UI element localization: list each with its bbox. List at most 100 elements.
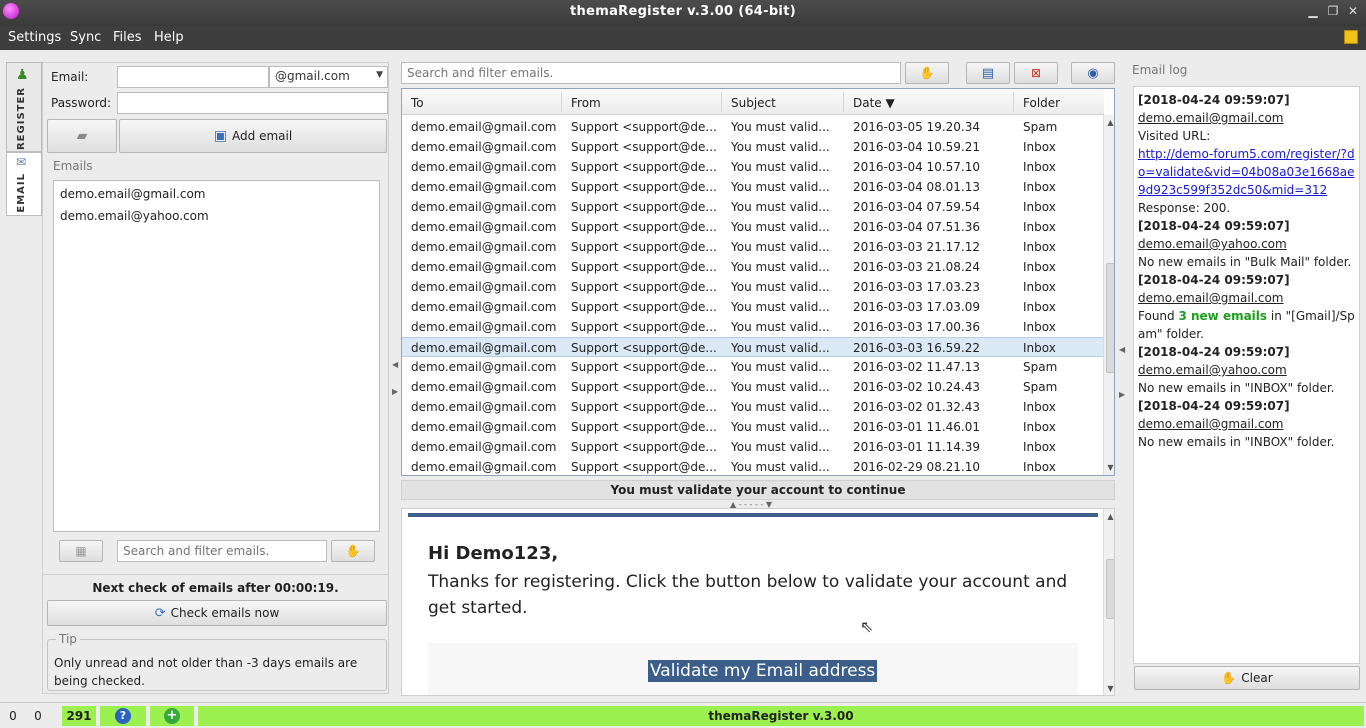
tab-email-label: EMAIL <box>16 173 27 213</box>
import-button[interactable]: ▰ <box>47 119 117 153</box>
scroll-thumb[interactable] <box>1106 263 1114 373</box>
scroll-thumb[interactable] <box>1106 559 1114 619</box>
maximize-icon[interactable]: ❐ <box>1326 4 1340 18</box>
clear-filter-button[interactable]: ✋ <box>331 540 375 562</box>
log-text: No new emails in "INBOX" folder. <box>1138 381 1335 395</box>
table-scrollbar[interactable]: ▲ ▼ <box>1103 115 1114 475</box>
add-email-button[interactable]: ▣ Add email <box>119 119 387 153</box>
email-input[interactable] <box>117 66 269 88</box>
log-url-link[interactable]: http://demo-forum5.com/register/?do=vali… <box>1138 145 1355 199</box>
clear-log-button[interactable]: ✋ Clear <box>1134 666 1360 690</box>
splitter-right-handle[interactable]: ◀ ▶ <box>1119 345 1125 399</box>
table-row[interactable]: demo.email@gmail.com Support <support@de.… <box>402 397 1104 417</box>
menu-files[interactable]: Files <box>113 30 142 45</box>
table-row[interactable]: demo.email@gmail.com Support <support@de.… <box>402 137 1104 157</box>
close-icon[interactable]: ✕ <box>1346 4 1360 18</box>
log-account[interactable]: demo.email@gmail.com <box>1138 289 1355 307</box>
list-item[interactable]: demo.email@gmail.com <box>60 187 206 201</box>
cell-date: 2016-03-03 17.03.09 <box>853 300 980 314</box>
cell-folder: Inbox <box>1023 300 1056 314</box>
domain-select-value: @gmail.com <box>275 69 350 83</box>
cell-subject: You must valid... <box>731 440 830 454</box>
scroll-down-icon[interactable]: ▼ <box>1104 463 1114 472</box>
help-button[interactable]: ? <box>100 706 146 726</box>
minimize-icon[interactable]: ▁ <box>1306 4 1320 18</box>
view-list-button[interactable]: ▤ <box>966 62 1010 84</box>
clear-log-label: Clear <box>1241 671 1273 685</box>
cell-to: demo.email@gmail.com <box>411 400 557 414</box>
emails-search-input[interactable] <box>117 540 327 562</box>
column-subject[interactable]: Subject <box>731 96 776 110</box>
table-row[interactable]: demo.email@gmail.com Support <support@de.… <box>402 197 1104 217</box>
cell-folder: Inbox <box>1023 420 1056 434</box>
table-row[interactable]: demo.email@gmail.com Support <support@de.… <box>402 337 1104 357</box>
cell-subject: You must valid... <box>731 460 830 474</box>
add-button[interactable]: + <box>150 706 194 726</box>
notification-icon[interactable] <box>1344 30 1358 44</box>
cell-from: Support <support@de... <box>571 120 716 134</box>
cell-date: 2016-03-04 10.57.10 <box>853 160 980 174</box>
center-clear-filter-button[interactable]: ✋ <box>905 62 949 84</box>
table-row[interactable]: demo.email@gmail.com Support <support@de.… <box>402 377 1104 397</box>
delete-email-button[interactable]: ▦ <box>59 540 103 562</box>
scroll-up-icon[interactable]: ▲ <box>1104 118 1114 127</box>
email-cta-area: Validate my Email address <box>428 643 1078 695</box>
delete-rows-button[interactable]: ⊠ <box>1014 62 1058 84</box>
column-from[interactable]: From <box>571 96 601 110</box>
domain-select[interactable]: @gmail.com ▼ <box>269 66 388 88</box>
table-row[interactable]: demo.email@gmail.com Support <support@de.… <box>402 217 1104 237</box>
log-account[interactable]: demo.email@yahoo.com <box>1138 361 1355 379</box>
cell-date: 2016-03-04 08.01.13 <box>853 180 980 194</box>
cell-to: demo.email@gmail.com <box>411 300 557 314</box>
info-button[interactable]: ◉ <box>1071 62 1115 84</box>
cell-from: Support <support@de... <box>571 440 716 454</box>
menu-sync[interactable]: Sync <box>70 30 101 45</box>
scroll-up-icon[interactable]: ▲ <box>1104 512 1114 521</box>
side-tabs: ♟ REGISTER ✉ EMAIL <box>0 56 42 696</box>
broom-icon: ✋ <box>345 544 361 558</box>
cell-date: 2016-03-03 21.08.24 <box>853 260 980 274</box>
log-account[interactable]: demo.email@gmail.com <box>1138 109 1355 127</box>
cell-folder: Inbox <box>1023 240 1056 254</box>
check-emails-button[interactable]: ⟳ Check emails now <box>47 600 387 626</box>
scroll-down-icon[interactable]: ▼ <box>1104 684 1114 693</box>
cell-folder: Inbox <box>1023 260 1056 274</box>
table-row[interactable]: demo.email@gmail.com Support <support@de.… <box>402 157 1104 177</box>
table-row[interactable]: demo.email@gmail.com Support <support@de.… <box>402 417 1104 437</box>
splitter-left-handle[interactable]: ◀ ▶ <box>392 360 398 396</box>
password-input[interactable] <box>117 92 388 114</box>
center-search-input[interactable] <box>401 62 901 84</box>
validate-email-link[interactable]: Validate my Email address <box>648 660 878 682</box>
tab-register[interactable]: ♟ REGISTER <box>6 62 42 152</box>
status-bar: 0 0 291 ? + themaRegister v.3.00 <box>0 702 1366 728</box>
table-row[interactable]: demo.email@gmail.com Support <support@de.… <box>402 437 1104 457</box>
column-date[interactable]: Date ▼ <box>853 96 895 110</box>
column-to[interactable]: To <box>411 96 424 110</box>
import-icon: ▰ <box>76 128 88 144</box>
menu-settings[interactable]: Settings <box>8 30 61 45</box>
cell-to: demo.email@gmail.com <box>411 440 557 454</box>
list-item[interactable]: demo.email@yahoo.com <box>60 209 209 223</box>
table-row[interactable]: demo.email@gmail.com Support <support@de.… <box>402 117 1104 137</box>
tab-email[interactable]: ✉ EMAIL <box>6 152 42 216</box>
preview-scrollbar[interactable]: ▲ ▼ <box>1103 509 1114 695</box>
cell-to: demo.email@gmail.com <box>411 240 557 254</box>
table-row[interactable]: demo.email@gmail.com Support <support@de.… <box>402 297 1104 317</box>
cell-subject: You must valid... <box>731 400 830 414</box>
cell-date: 2016-03-01 11.14.39 <box>853 440 980 454</box>
table-row[interactable]: demo.email@gmail.com Support <support@de.… <box>402 317 1104 337</box>
log-timestamp: [2018-04-24 09:59:07] <box>1138 273 1290 287</box>
log-account[interactable]: demo.email@yahoo.com <box>1138 235 1355 253</box>
cell-from: Support <support@de... <box>571 341 716 355</box>
table-row[interactable]: demo.email@gmail.com Support <support@de.… <box>402 277 1104 297</box>
table-row[interactable]: demo.email@gmail.com Support <support@de.… <box>402 257 1104 277</box>
cell-from: Support <support@de... <box>571 380 716 394</box>
log-account[interactable]: demo.email@gmail.com <box>1138 415 1355 433</box>
table-row[interactable]: demo.email@gmail.com Support <support@de.… <box>402 357 1104 377</box>
column-folder[interactable]: Folder <box>1023 96 1060 110</box>
table-row[interactable]: demo.email@gmail.com Support <support@de.… <box>402 237 1104 257</box>
table-row[interactable]: demo.email@gmail.com Support <support@de.… <box>402 177 1104 197</box>
cell-subject: You must valid... <box>731 120 830 134</box>
table-row[interactable]: demo.email@gmail.com Support <support@de.… <box>402 457 1104 475</box>
menu-help[interactable]: Help <box>154 30 184 45</box>
